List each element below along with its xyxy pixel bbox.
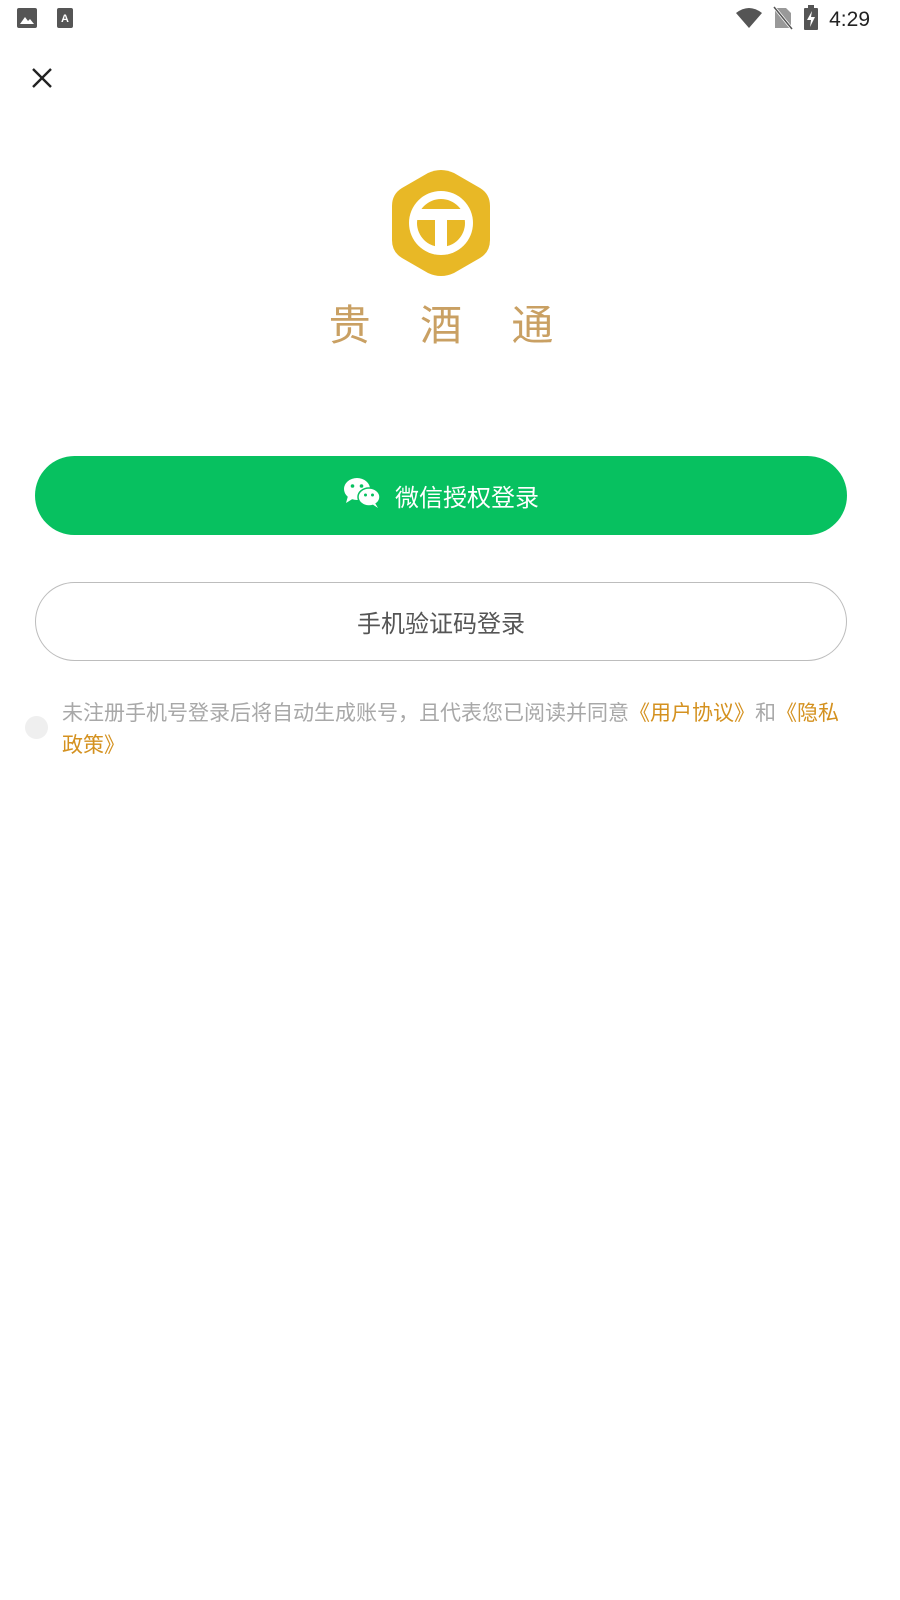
wechat-icon — [343, 477, 381, 515]
brand-name: 贵 酒 通 — [328, 301, 572, 350]
svg-text:A: A — [61, 13, 69, 25]
agreement-statement: 未注册手机号登录后将自动生成账号，且代表您已阅读并同意 — [62, 701, 629, 725]
close-icon — [30, 66, 54, 94]
wifi-icon — [735, 7, 763, 33]
wechat-login-label: 微信授权登录 — [395, 484, 539, 512]
phone-login-label: 手机验证码登录 — [357, 610, 525, 638]
status-bar: A 4:29 — [0, 0, 900, 36]
user-agreement-link[interactable]: 《用户协议》 — [629, 701, 755, 725]
agreement-and: 和 — [755, 701, 776, 725]
status-time: 4:29 — [829, 8, 870, 31]
close-button[interactable] — [22, 60, 62, 100]
agreement-checkbox[interactable] — [25, 716, 48, 739]
no-sim-icon — [772, 6, 794, 34]
text-a-icon: A — [54, 7, 76, 33]
agreement-text: 未注册手机号登录后将自动生成账号，且代表您已阅读并同意《用户协议》和《隐私政策》 — [62, 697, 852, 761]
image-icon — [16, 7, 38, 33]
battery-charging-icon — [803, 5, 819, 35]
brand-logo — [392, 169, 490, 277]
wechat-login-button[interactable]: 微信授权登录 — [35, 456, 847, 535]
phone-code-login-button[interactable]: 手机验证码登录 — [35, 582, 847, 661]
